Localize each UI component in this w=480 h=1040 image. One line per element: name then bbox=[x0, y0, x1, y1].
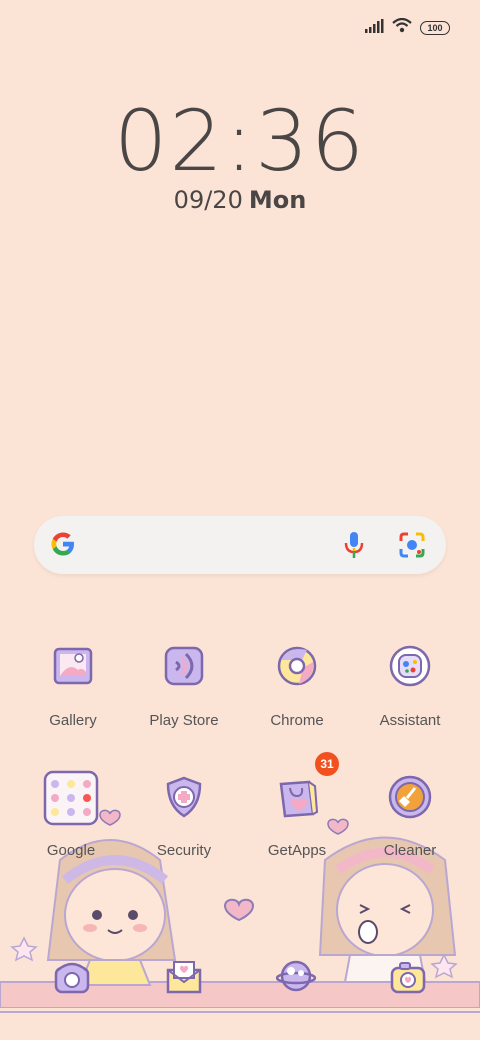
google-g-icon bbox=[48, 529, 78, 564]
app-label: Gallery bbox=[49, 712, 97, 729]
google-search-bar[interactable] bbox=[34, 516, 446, 574]
app-label: Assistant bbox=[379, 712, 441, 729]
status-bar: 100 bbox=[364, 17, 450, 38]
play-store-icon bbox=[156, 640, 212, 696]
cleaner-icon bbox=[382, 770, 438, 826]
app-chrome[interactable]: Chrome bbox=[241, 640, 353, 729]
signal-icon bbox=[364, 18, 384, 38]
phone-icon[interactable] bbox=[52, 956, 92, 996]
app-security[interactable]: Security bbox=[128, 770, 240, 859]
browser-icon[interactable] bbox=[275, 956, 317, 996]
google-lens-icon[interactable] bbox=[398, 531, 426, 564]
security-icon bbox=[156, 770, 212, 826]
app-label: GetApps bbox=[267, 842, 327, 859]
battery-icon: 100 bbox=[420, 21, 450, 35]
assistant-icon bbox=[382, 640, 438, 696]
app-cleaner[interactable]: Cleaner bbox=[354, 770, 466, 859]
chrome-icon bbox=[269, 640, 325, 696]
google-folder-icon bbox=[43, 770, 99, 826]
weekday-text: Mon bbox=[248, 186, 307, 214]
app-gallery[interactable]: Gallery bbox=[17, 640, 129, 729]
clock-time[interactable]: 02:36 bbox=[0, 92, 480, 190]
app-label: Security bbox=[156, 842, 212, 859]
app-getapps[interactable]: 31 GetApps bbox=[241, 752, 353, 859]
app-google-folder[interactable]: Google bbox=[15, 770, 127, 859]
camera-icon[interactable] bbox=[388, 956, 428, 996]
messages-icon[interactable] bbox=[164, 956, 204, 996]
dock bbox=[0, 950, 480, 1000]
clock-date[interactable]: 09/20 Mon bbox=[0, 186, 480, 214]
date-text: 09/20 bbox=[173, 186, 243, 214]
app-assistant[interactable]: Assistant bbox=[354, 640, 466, 729]
getapps-icon: 31 bbox=[269, 752, 339, 826]
microphone-icon[interactable] bbox=[340, 530, 368, 565]
app-play-store[interactable]: Play Store bbox=[128, 640, 240, 729]
wifi-icon bbox=[392, 17, 412, 38]
app-label: Google bbox=[46, 842, 96, 859]
gallery-icon bbox=[45, 640, 101, 696]
app-label: Chrome bbox=[270, 712, 324, 729]
app-label: Cleaner bbox=[383, 842, 437, 859]
notification-badge: 31 bbox=[315, 752, 339, 776]
app-label: Play Store bbox=[149, 712, 219, 729]
